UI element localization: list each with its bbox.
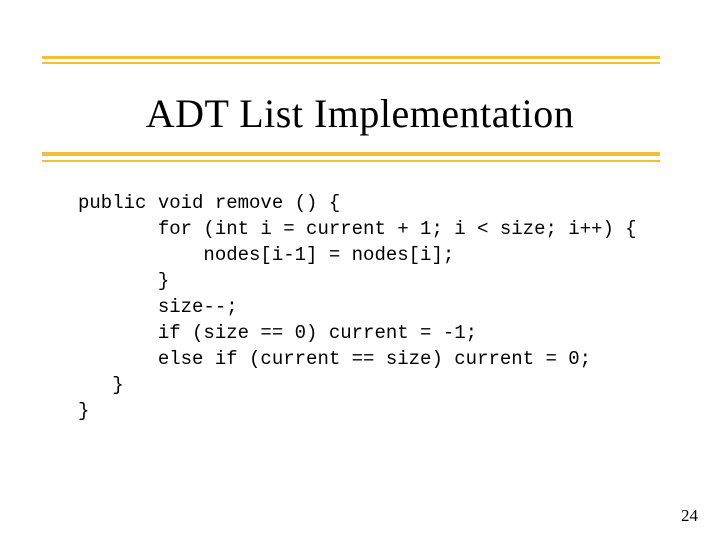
code-line: nodes[i-1] = nodes[i]; <box>78 244 454 266</box>
code-line: for (int i = current + 1; i < size; i++)… <box>78 218 637 240</box>
code-line: public void remove () { <box>78 192 340 214</box>
code-line: } <box>78 374 124 396</box>
code-line: } <box>78 270 169 292</box>
code-line: size--; <box>78 296 238 318</box>
decorative-line <box>42 160 660 162</box>
code-line: else if (current == size) current = 0; <box>78 348 591 370</box>
code-block: public void remove () { for (int i = cur… <box>78 190 637 424</box>
code-line: } <box>78 400 89 422</box>
code-line: if (size == 0) current = -1; <box>78 322 477 344</box>
slide-title: ADT List Implementation <box>0 90 720 137</box>
decorative-line <box>42 56 660 59</box>
decorative-lines-top <box>42 52 660 68</box>
decorative-line <box>42 152 660 156</box>
slide-number: 24 <box>681 506 698 526</box>
decorative-line <box>42 62 660 64</box>
decorative-lines-middle <box>42 148 660 168</box>
slide: ADT List Implementation public void remo… <box>0 0 720 540</box>
